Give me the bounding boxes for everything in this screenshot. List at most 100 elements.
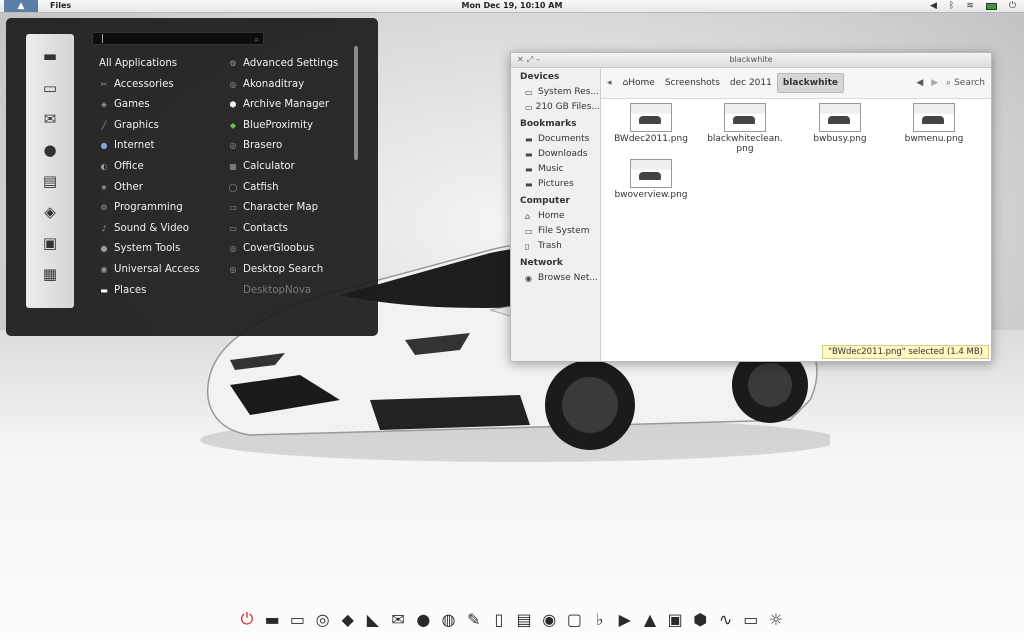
document-icon[interactable]: ▯ (488, 608, 510, 630)
weather-icon[interactable]: ☼ (765, 608, 787, 630)
sidebar-header-bookmarks: Bookmarks (520, 119, 577, 129)
launcher-scrollbar[interactable] (354, 46, 358, 160)
file-manager-window: ✕⤢– blackwhite Devices ▭ System Res... ▭ 2… (510, 52, 992, 362)
sidebar-item-trash[interactable]: ▯ Trash (511, 239, 600, 254)
network-icon[interactable]: ▦ (39, 264, 61, 284)
category-accessories[interactable]: ✂ Accessories (99, 75, 200, 96)
category-sound-video[interactable]: ♪ Sound & Video (99, 219, 200, 240)
character-map-icon: ▭ (229, 203, 237, 213)
app-advanced-settings[interactable]: ⚙ Advanced Settings (228, 54, 338, 75)
sidebar-item-file-system[interactable]: ▭ File System (511, 224, 600, 239)
bottom-dock: ⏻ ▬ ▭ ◎ ◆ ◣ ✉ ● ◍ ✎ ▯ ▤ ◉ ▢ ♭ ▶ ▲ ▣ ⬢ ∿ … (236, 608, 787, 636)
sidebar-item-system-reserved[interactable]: ▭ System Res... (511, 85, 600, 100)
category-games[interactable]: ◈ Games (99, 95, 200, 116)
window-titlebar[interactable]: ✕⤢– blackwhite (511, 53, 991, 68)
category-office[interactable]: ◐ Office (99, 157, 200, 178)
speech-bubble-icon[interactable]: ◍ (438, 608, 460, 630)
app-covergloobus[interactable]: ◎ CoverGloobus (228, 239, 338, 260)
vlc-icon[interactable]: ▲ (639, 608, 661, 630)
category-graphics[interactable]: ╱ Graphics (99, 116, 200, 137)
sidebar-item-downloads[interactable]: ▬ Downloads (511, 147, 600, 162)
app-contacts[interactable]: ▭ Contacts (228, 219, 338, 240)
firefox-icon[interactable]: ◉ (538, 608, 560, 630)
breadcrumb-blackwhite[interactable]: blackwhite (776, 73, 844, 93)
file-item[interactable]: bwbusy.png (795, 103, 885, 144)
app-desktopnova[interactable]: DesktopNova (228, 281, 338, 302)
mail-icon[interactable]: ✉ (387, 608, 409, 630)
search-button[interactable]: ⌕ Search (946, 78, 985, 88)
chat-icon[interactable]: ● (412, 608, 434, 630)
beatbox-icon[interactable]: ♭ (589, 608, 611, 630)
internet-icon: ● (100, 141, 108, 151)
category-system-tools[interactable]: ● System Tools (99, 239, 200, 260)
close-icon[interactable]: ✕ (517, 55, 527, 64)
app-blueproximity[interactable]: ◆ BlueProximity (228, 116, 338, 137)
sidebar-item-music[interactable]: ▬ Music (511, 162, 600, 177)
category-internet[interactable]: ● Internet (99, 136, 200, 157)
clock[interactable]: Mon Dec 19, 10:10 AM (0, 0, 1024, 12)
category-other[interactable]: ★ Other (99, 178, 200, 199)
sidebar-item-pictures[interactable]: ▬ Pictures (511, 177, 600, 192)
screen-icon[interactable]: ▭ (740, 608, 762, 630)
games-icon[interactable]: ◈ (39, 202, 61, 222)
monitor-icon[interactable]: ▬ (261, 608, 283, 630)
app-catfish[interactable]: ◯ Catfish (228, 178, 338, 199)
category-universal-access[interactable]: ◉ Universal Access (99, 260, 200, 281)
cube-icon[interactable]: ⬢ (689, 608, 711, 630)
window-icon[interactable]: ▢ (563, 608, 585, 630)
document-icon[interactable]: ▤ (39, 171, 61, 191)
launcher-search-input[interactable]: | ⌕ (92, 32, 264, 45)
category-places[interactable]: ▬ Places (99, 281, 200, 302)
sidebar-item-files-volume[interactable]: ▭ 210 GB Files... (511, 100, 600, 115)
calculator-icon: ▦ (229, 161, 237, 171)
terminal-icon[interactable]: ▭ (286, 608, 308, 630)
file-item[interactable]: bwoverview.png (606, 159, 696, 200)
breadcrumb-scroll-left-icon[interactable]: ◂ (601, 78, 618, 88)
app-brasero[interactable]: ◎ Brasero (228, 136, 338, 157)
forward-icon[interactable]: ▶ (931, 78, 938, 88)
chrome-icon[interactable]: ◎ (312, 608, 334, 630)
pen-icon[interactable]: ✎ (463, 608, 485, 630)
app-calculator[interactable]: ▦ Calculator (228, 157, 338, 178)
minimize-icon[interactable]: – (536, 55, 543, 64)
media-player-icon[interactable]: ▶ (614, 608, 636, 630)
sidebar-item-documents[interactable]: ▬ Documents (511, 132, 600, 147)
location-toolbar: ◂ ⌂Home Screenshots dec 2011 blackwhite … (601, 68, 991, 99)
back-icon[interactable]: ◀ (916, 78, 923, 88)
breadcrumb-home[interactable]: ⌂Home (618, 74, 660, 92)
power-icon[interactable]: ⏻ (1009, 0, 1016, 12)
category-programming[interactable]: ⚙ Programming (99, 198, 200, 219)
app-character-map[interactable]: ▭ Character Map (228, 198, 338, 219)
system-tools-icon: ● (100, 244, 108, 254)
sidebar-item-home[interactable]: ⌂ Home (511, 209, 600, 224)
image-viewer-icon[interactable]: ▣ (664, 608, 686, 630)
app-akonaditray[interactable]: ◎ Akonaditray (228, 75, 338, 96)
monitor-icon[interactable]: ▬ (39, 46, 61, 66)
terminal-icon[interactable]: ▭ (39, 78, 61, 98)
breadcrumb-screenshots[interactable]: Screenshots (660, 74, 725, 92)
leaf-icon[interactable]: ◆ (337, 608, 359, 630)
toolbar-right: ◀ ▶ ⌕ Search (916, 78, 991, 88)
sidebar-item-browse-network[interactable]: ◉ Browse Net... (511, 271, 600, 286)
wifi-icon[interactable]: ≋ (966, 0, 974, 12)
activity-icon[interactable]: ∿ (715, 608, 737, 630)
battery-icon[interactable] (985, 3, 997, 10)
file-item[interactable]: bwmenu.png (889, 103, 979, 144)
category-all-applications[interactable]: All Applications (99, 54, 200, 75)
messaging-icon[interactable]: ● (39, 140, 61, 160)
app-desktop-search[interactable]: ◎ Desktop Search (228, 260, 338, 281)
file-item[interactable]: BWdec2011.png (606, 103, 696, 144)
file-item[interactable]: blackwhiteclean. png (700, 103, 790, 154)
printer-icon[interactable]: ▤ (513, 608, 535, 630)
volume-icon[interactable]: ◀ (930, 0, 937, 12)
mail-icon[interactable]: ✉ (39, 109, 61, 129)
games-icon: ◈ (100, 100, 108, 110)
photo-icon[interactable]: ▣ (39, 233, 61, 253)
window-controls: ✕⤢– (517, 53, 543, 67)
app-archive-manager[interactable]: ⬢ Archive Manager (228, 95, 338, 116)
power-icon[interactable]: ⏻ (236, 608, 258, 630)
bluetooth-icon[interactable]: ᛒ (949, 0, 954, 12)
rss-icon[interactable]: ◣ (362, 608, 384, 630)
breadcrumb-dec-2011[interactable]: dec 2011 (725, 74, 777, 92)
maximize-icon[interactable]: ⤢ (527, 55, 536, 64)
